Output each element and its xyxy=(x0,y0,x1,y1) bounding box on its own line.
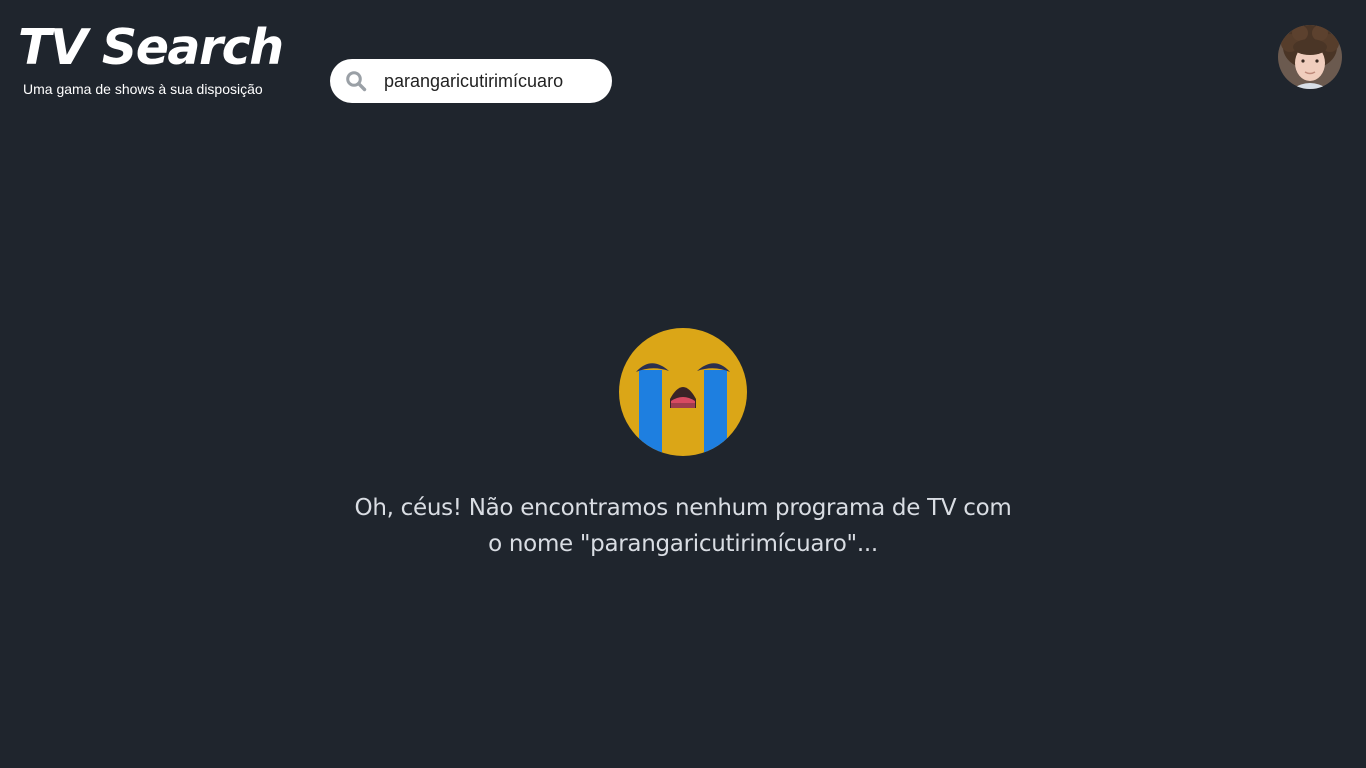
page: TV Search Uma gama de shows à sua dispos… xyxy=(0,0,1366,768)
empty-state: Oh, céus! Não encontramos nenhum program… xyxy=(0,327,1366,562)
user-avatar[interactable] xyxy=(1278,25,1342,89)
brand: TV Search Uma gama de shows à sua dispos… xyxy=(18,18,284,98)
search-input[interactable] xyxy=(384,59,602,103)
app-tagline: Uma gama de shows à sua disposição xyxy=(23,81,263,97)
loudly-crying-face-icon xyxy=(619,328,747,456)
search-bar[interactable] xyxy=(330,59,612,103)
avatar-image xyxy=(1278,25,1342,89)
search-icon xyxy=(346,71,367,92)
no-results-message: Oh, céus! Não encontramos nenhum program… xyxy=(354,495,1012,557)
app-title: TV Search xyxy=(18,19,284,76)
